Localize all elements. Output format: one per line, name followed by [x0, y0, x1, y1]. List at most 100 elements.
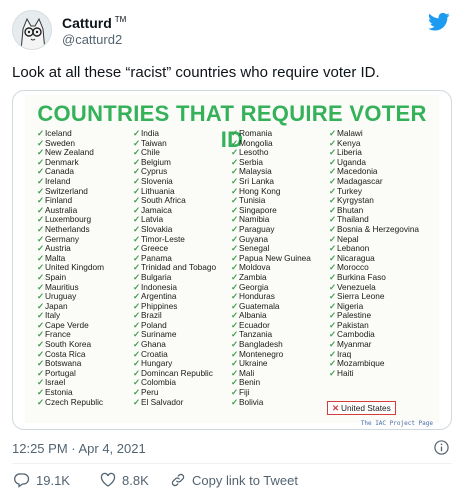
country-name: Paraguay — [238, 223, 275, 234]
country-name: Mauritius — [44, 281, 79, 292]
check-icon: ✓ — [231, 147, 238, 158]
tweet-header: Catturd TM @catturd2 — [12, 10, 452, 54]
check-icon: ✓ — [231, 367, 238, 378]
country-item: ✓Czech Republic — [37, 396, 141, 408]
country-name: Burkina Faso — [336, 271, 386, 282]
country-name: Tanzania — [238, 329, 273, 340]
country-name: Ireland — [44, 175, 71, 186]
country-name: Malawi — [336, 128, 363, 138]
country-name: Hungary — [140, 358, 173, 369]
country-name: Kyrgystan — [336, 195, 374, 206]
check-icon: ✓ — [37, 262, 44, 273]
country-name: Costa Rica — [44, 348, 86, 359]
check-icon: ✓ — [133, 339, 140, 350]
check-icon: ✓ — [37, 348, 44, 359]
check-icon: ✓ — [329, 156, 336, 167]
check-icon: ✓ — [133, 214, 140, 225]
check-icon: ✓ — [133, 377, 140, 388]
check-icon: ✓ — [231, 185, 238, 196]
check-icon: ✓ — [133, 348, 140, 359]
country-name: Latvia — [140, 214, 164, 225]
check-icon: ✓ — [37, 291, 44, 302]
avatar[interactable] — [12, 10, 52, 50]
voter-id-poster: COUNTRIES THAT REQUIRE VOTER ID ✓Iceland… — [25, 95, 439, 427]
country-name: Tunisia — [238, 195, 266, 206]
check-icon: ✓ — [231, 156, 238, 167]
country-name: Haiti — [336, 367, 354, 378]
country-name: Liberia — [336, 147, 362, 158]
country-name: Papua New Guinea — [238, 252, 311, 263]
country-name: Denmark — [44, 156, 79, 167]
country-name: Malta — [44, 252, 66, 263]
copy-link-button[interactable]: Copy link to Tweet — [170, 472, 298, 488]
check-icon: ✓ — [329, 147, 336, 158]
country-name: Sierra Leone — [336, 291, 385, 302]
like-count: 8.8K — [122, 472, 149, 488]
country-name: Mozambique — [336, 358, 385, 369]
country-name: Mali — [238, 367, 255, 378]
check-icon: ✓ — [37, 281, 44, 292]
check-icon: ✓ — [231, 233, 238, 244]
check-icon: ✓ — [231, 319, 238, 330]
country-name: Morocco — [336, 262, 369, 273]
country-name: Ukraine — [238, 358, 268, 369]
country-name: Croatia — [140, 348, 168, 359]
check-icon: ✓ — [231, 214, 238, 225]
check-icon: ✓ — [133, 233, 140, 244]
check-icon: ✓ — [329, 339, 336, 350]
divider — [12, 463, 452, 464]
check-icon: ✓ — [37, 185, 44, 196]
check-icon: ✓ — [231, 223, 238, 234]
check-icon: ✓ — [329, 233, 336, 244]
country-name: Sweden — [44, 137, 75, 148]
country-name: Poland — [140, 319, 167, 330]
trademark-mark: TM — [114, 15, 127, 25]
country-column-2: ✓India ✓Taiwan ✓Chile ✓Belgium ✓Cyprus ✓Slove… — [133, 128, 237, 407]
country-name: Iceland — [44, 128, 72, 138]
info-icon[interactable] — [434, 440, 449, 455]
tweet-text: Look at all these “racist” countries who… — [12, 64, 380, 81]
country-name: Turkey — [336, 185, 363, 196]
check-icon: ✓ — [329, 348, 336, 359]
country-name: El Salvador — [140, 396, 184, 407]
check-icon: ✓ — [329, 175, 336, 186]
check-icon: ✓ — [133, 243, 140, 254]
country-name: Indonesia — [140, 281, 177, 292]
country-name: Iraq — [336, 348, 352, 359]
check-icon: ✓ — [37, 329, 44, 340]
twitter-bird-icon[interactable] — [428, 12, 450, 32]
country-name: Bolivia — [238, 396, 264, 407]
country-name: Nigeria — [336, 300, 364, 311]
check-icon: ✓ — [133, 358, 140, 369]
check-icon: ✓ — [37, 396, 44, 407]
exception-country: United States — [340, 403, 391, 413]
check-icon: ✓ — [133, 195, 140, 206]
country-name: South Korea — [44, 339, 92, 350]
tweet-image[interactable]: COUNTRIES THAT REQUIRE VOTER ID ✓Iceland… — [12, 90, 452, 430]
author-handle[interactable]: @catturd2 — [62, 32, 122, 47]
check-icon: ✓ — [37, 214, 44, 225]
check-icon: ✓ — [329, 300, 336, 311]
country-name: Panama — [140, 252, 172, 263]
country-name: Trinidad and Tobago — [140, 262, 217, 273]
tweet-timestamp[interactable]: 12:25 PM · Apr 4, 2021 — [12, 441, 146, 456]
country-name: Myanmar — [336, 339, 372, 350]
check-icon: ✓ — [329, 358, 336, 369]
author-name[interactable]: Catturd TM — [62, 15, 126, 31]
cat-avatar-icon — [13, 11, 51, 49]
country-name: Cambodia — [336, 329, 375, 340]
check-icon: ✓ — [37, 310, 44, 321]
check-icon: ✓ — [133, 204, 140, 215]
check-icon: ✓ — [329, 195, 336, 206]
like-button[interactable]: 8.8K — [100, 472, 149, 488]
check-icon: ✓ — [37, 137, 44, 148]
reply-button[interactable]: 19.1K — [14, 472, 70, 488]
country-name: Slovakia — [140, 223, 173, 234]
country-item: ✓Haiti — [329, 367, 433, 379]
check-icon: ✓ — [133, 310, 140, 321]
check-icon: ✓ — [37, 367, 44, 378]
country-name: Lebanon — [336, 243, 370, 254]
check-icon: ✓ — [231, 137, 238, 148]
check-icon: ✓ — [329, 223, 336, 234]
country-name: Finland — [44, 195, 73, 206]
